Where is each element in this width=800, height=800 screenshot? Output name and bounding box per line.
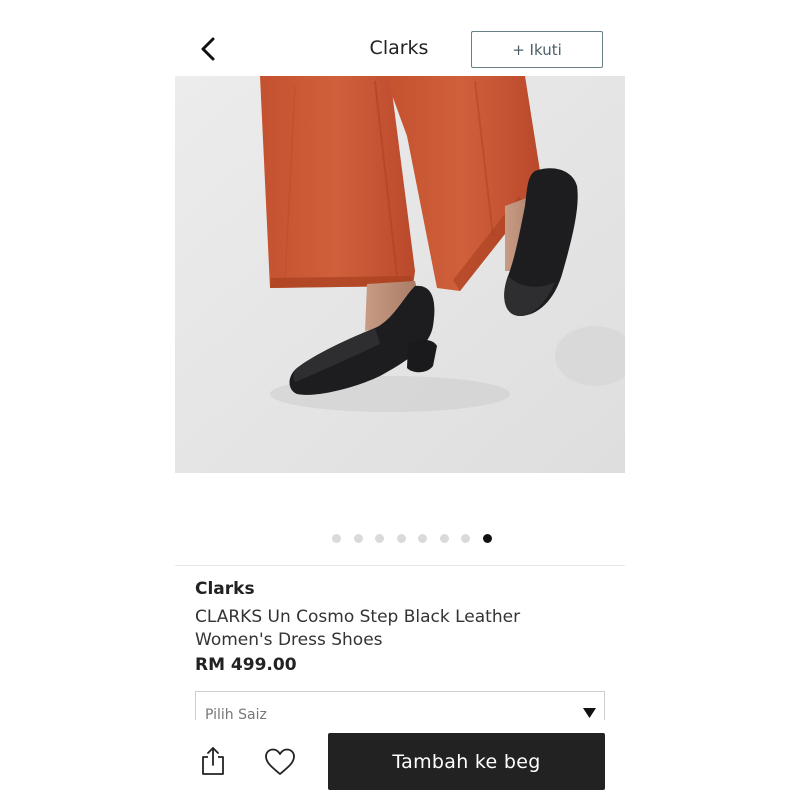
pagination-dot[interactable] [418,534,428,543]
page-title: Clarks [369,37,429,59]
wishlist-button[interactable] [263,747,297,777]
product-detail-screen: Clarks + Ikuti Clarks CLARKS Un Cosmo St… [175,0,625,800]
pagination-dot[interactable] [375,534,385,543]
caret-down-icon [583,708,596,718]
heart-icon [265,748,295,775]
back-button[interactable] [197,34,221,64]
pagination-dot[interactable] [396,534,406,543]
pagination-dot-active[interactable] [482,534,492,543]
product-price: RM 499.00 [195,655,297,675]
product-brand[interactable]: Clarks [195,579,255,599]
add-to-bag-button[interactable]: Tambah ke beg [328,733,605,790]
pagination-dot[interactable] [461,534,471,543]
product-image[interactable] [175,76,625,473]
header: Clarks + Ikuti [175,0,625,76]
product-name: CLARKS Un Cosmo Step Black Leather Women… [195,607,521,650]
pagination-dot[interactable] [353,534,363,543]
image-pagination [175,534,625,546]
share-button[interactable] [200,746,226,776]
product-photo-illustration [175,76,625,473]
follow-button[interactable]: + Ikuti [471,31,603,68]
pagination-dot[interactable] [439,534,449,543]
divider [175,565,625,566]
chevron-left-icon [201,37,215,61]
pagination-dot[interactable] [332,534,342,543]
bottom-action-bar: Tambah ke beg [175,720,625,800]
share-icon [202,747,224,775]
